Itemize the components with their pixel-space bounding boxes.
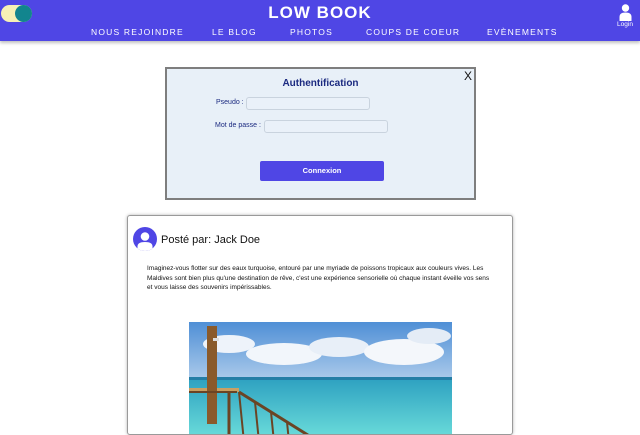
blog-post-card: Posté par: Jack Doe Imaginez-vous flotte… xyxy=(127,215,513,435)
password-label: Mot de passe : xyxy=(215,122,261,129)
auth-panel: Authentification X Pseudo : Mot de passe… xyxy=(165,67,476,200)
user-icon xyxy=(619,4,631,21)
nav-item-evenements[interactable]: EVÈNEMENTS xyxy=(487,27,558,37)
close-icon[interactable]: X xyxy=(464,70,472,82)
nav-item-nous-rejoindre[interactable]: NOUS REJOINDRE xyxy=(91,27,184,37)
maldives-beach-photo xyxy=(189,322,452,434)
top-bar: LOW BOOK NOUS REJOINDRE LE BLOG PHOTOS C… xyxy=(0,0,640,41)
login-button[interactable]: Login xyxy=(612,4,638,28)
main-nav: NOUS REJOINDRE LE BLOG PHOTOS COUPS DE C… xyxy=(0,27,640,39)
nav-item-photos[interactable]: PHOTOS xyxy=(290,27,333,37)
nav-item-coups-de-coeur[interactable]: COUPS DE COEUR xyxy=(366,27,460,37)
site-logo[interactable]: LOW BOOK xyxy=(0,3,640,23)
nav-item-le-blog[interactable]: LE BLOG xyxy=(212,27,257,37)
post-author: Posté par: Jack Doe xyxy=(161,234,261,246)
connexion-button[interactable]: Connexion xyxy=(260,161,384,181)
pseudo-label: Pseudo : xyxy=(216,99,244,106)
user-avatar-icon xyxy=(133,227,157,251)
post-body: Imaginez-vous flotter sur des eaux turqu… xyxy=(147,265,490,291)
pseudo-input[interactable] xyxy=(246,97,370,110)
password-input[interactable] xyxy=(264,120,388,133)
login-label: Login xyxy=(617,21,633,28)
auth-title: Authentification xyxy=(282,78,359,89)
